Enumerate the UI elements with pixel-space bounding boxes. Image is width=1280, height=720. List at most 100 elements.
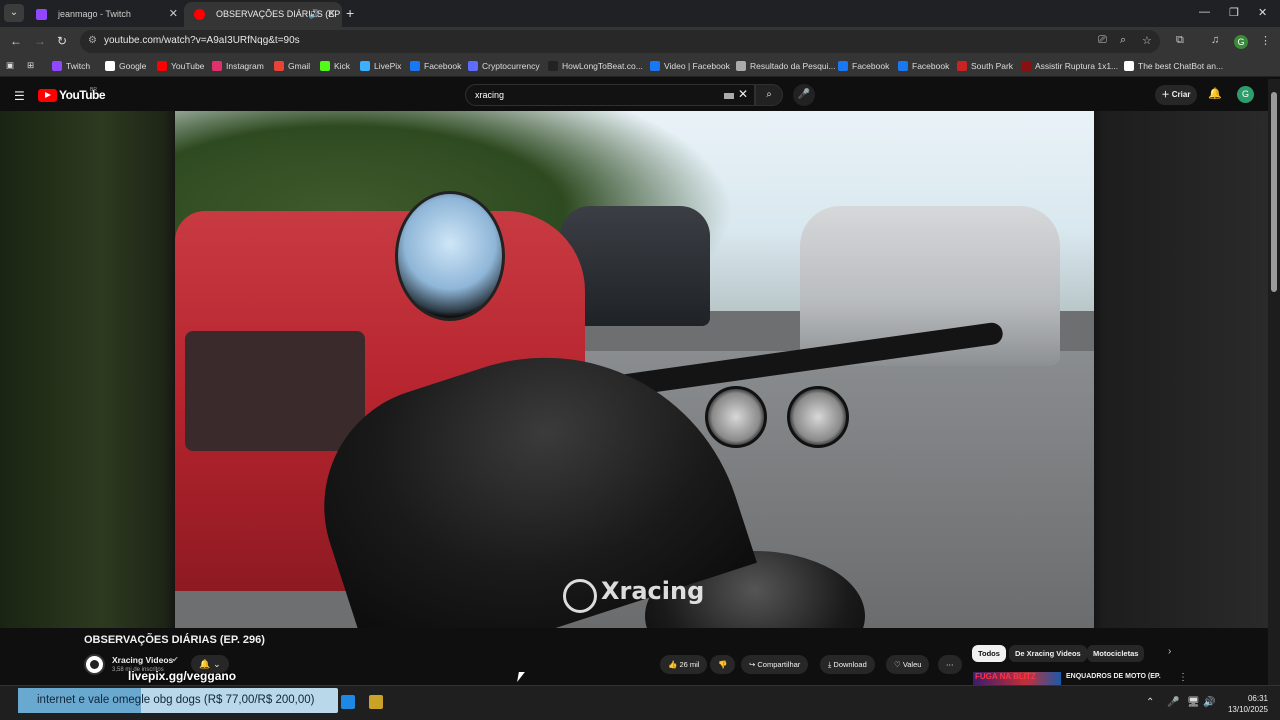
more-actions-button[interactable]: ⋯ [938,655,962,674]
media-control-icon[interactable]: ♫ [1211,34,1219,46]
thanks-label: Valeu [902,660,922,669]
clear-search-icon[interactable]: ✕ [738,87,748,101]
bookmark-item[interactable]: YouTube [157,61,204,71]
recommendation-title[interactable]: ENQUADROS DE MOTO (EP. [1066,673,1161,680]
audio-playing-icon[interactable]: 🔊 [309,2,320,27]
bookmark-item[interactable]: Cryptocurrency [468,61,540,71]
bookmark-item[interactable]: Facebook [838,61,889,71]
browser-tab-strip: ⌄ jeanmago - Twitch ✕ OBSERVAÇÕES DIÁRIA… [0,0,1280,27]
bookmark-label: Cryptocurrency [482,61,540,71]
bookmark-favicon-icon [410,61,420,71]
site-info-icon[interactable]: ⚙ [88,35,97,46]
channel-avatar[interactable] [84,654,105,675]
bookmark-favicon-icon [898,61,908,71]
search-button[interactable]: ⌕ [755,84,783,106]
youtube-logo-icon[interactable] [38,89,57,102]
tab-search-button[interactable]: ⌄ [4,4,24,22]
new-tab-button[interactable]: + [346,5,354,21]
url-text[interactable]: youtube.com/watch?v=A9aI3URfNqg&t=90s [104,35,300,46]
guide-menu-icon[interactable]: ☰ [14,89,25,103]
address-bar[interactable]: ⚙ youtube.com/watch?v=A9aI3URfNqg&t=90s … [80,30,1160,53]
minimize-icon[interactable]: — [1199,6,1210,18]
bookmark-item[interactable]: Video | Facebook [650,61,730,71]
search-query[interactable]: xracing [475,90,504,100]
bookmark-item[interactable]: Twitch [52,61,90,71]
network-icon[interactable]: 🖥 [1187,697,1200,708]
notepad-app-icon[interactable] [341,695,355,709]
bookmark-item[interactable]: South Park [957,61,1013,71]
bookmark-label: The best ChatBot an... [1138,61,1224,71]
extensions-icon[interactable]: ⧉ [1176,34,1184,47]
scrollbar-thumb[interactable] [1271,92,1277,292]
bookmark-item[interactable]: Facebook [898,61,949,71]
bookmark-favicon-icon [650,61,660,71]
notifications-icon[interactable]: 🔔 [1208,87,1222,100]
avatar[interactable]: G [1237,86,1254,103]
zoom-icon[interactable]: ⌕ [1120,34,1126,47]
youtube-favicon-icon [194,9,205,20]
bookmark-favicon-icon [157,61,167,71]
chevron-right-icon[interactable]: › [1168,646,1171,657]
dislike-button[interactable]: 👎 [710,655,736,674]
livepix-overlay: livepix.gg/veggano [128,669,237,683]
create-button[interactable]: ＋ Criar [1155,85,1197,105]
bookmark-item[interactable]: Facebook [410,61,461,71]
taskbar-clock[interactable]: 06:31 13/10/2025 [1218,693,1268,715]
bookmark-item[interactable]: LivePix [360,61,401,71]
bookmark-item[interactable]: The best ChatBot an... [1124,61,1223,71]
chevron-up-icon[interactable]: ⌃ [1146,697,1154,708]
sidebar-toggle-icon[interactable]: ▣ [6,60,14,71]
league-app-icon[interactable] [369,695,383,709]
forward-icon[interactable]: → [34,34,46,48]
bookmark-label: LivePix [374,61,402,71]
channel-name[interactable]: Xracing Videos [112,655,173,665]
bookmark-favicon-icon [360,61,370,71]
page-title: OBSERVAÇÕES DIÁRIAS (EP. 296) [84,634,265,646]
bookmark-item[interactable]: Kick [320,61,350,71]
bookmark-item[interactable]: Instagram [212,61,264,71]
bookmark-label: Facebook [424,61,462,71]
tab-youtube-video[interactable]: OBSERVAÇÕES DIÁRIAS (EP 🔊 ✕ [184,2,342,27]
search-input[interactable]: xracing ✕ [465,84,755,106]
tab-twitch[interactable]: jeanmago - Twitch ✕ [26,2,184,27]
bookmark-item[interactable]: Assistir Ruptura 1x1... [1021,61,1118,71]
bookmark-item[interactable]: Gmail [274,61,310,71]
install-app-icon[interactable]: ⎚ [1098,34,1107,47]
chip-from-channel[interactable]: De Xracing Videos [1009,645,1087,662]
share-button[interactable]: ↪ Compartilhar [741,655,809,674]
bookmark-star-icon[interactable]: ☆ [1142,34,1152,47]
chip-motorcycles[interactable]: Motocicletas [1087,645,1145,662]
video-player[interactable]: Xracing [175,111,1094,628]
like-button[interactable]: 👍 26 mil [660,655,708,674]
bookmark-item[interactable]: HowLongToBeat.co... [548,61,643,71]
voice-search-icon[interactable]: 🎤 [793,84,815,106]
keyboard-icon[interactable] [724,93,734,99]
youtube-logo-text[interactable]: YouTube [59,88,106,102]
menu-kebab-icon[interactable]: ⋮ [1260,34,1271,47]
recommendation-thumbnail[interactable]: FUGA NA BLITZ [973,672,1061,686]
xracing-logo-icon [563,579,597,613]
close-window-icon[interactable]: ✕ [1258,6,1267,19]
browser-profile-avatar[interactable]: G [1234,35,1248,49]
reload-icon[interactable]: ↻ [57,34,67,48]
bookmark-item[interactable]: Google [105,61,146,71]
close-tab-icon[interactable]: ✕ [169,2,178,27]
close-tab-icon[interactable]: ✕ [327,2,336,27]
download-button[interactable]: ⤓ Download [820,655,875,674]
bookmark-favicon-icon [105,61,115,71]
bookmark-label: Video | Facebook [664,61,730,71]
back-icon[interactable]: ← [10,34,22,48]
microphone-icon[interactable]: 🎤 [1167,697,1179,708]
bookmark-item[interactable]: Resultado da Pesqui... [736,61,836,71]
create-label: Criar [1171,90,1191,99]
apps-grid-icon[interactable]: ⊞ [27,60,34,71]
more-options-icon[interactable]: ⋮ [1178,672,1188,683]
bookmark-label: Assistir Ruptura 1x1... [1035,61,1119,71]
like-count: 26 mil [679,660,700,669]
restore-icon[interactable]: ❐ [1229,6,1239,19]
video-frame-gauge [787,386,849,448]
clock-date: 13/10/2025 [1227,705,1268,714]
thanks-button[interactable]: ♡ Valeu [886,655,930,674]
volume-icon[interactable]: 🔊 [1203,697,1215,708]
chip-all[interactable]: Todos [972,645,1006,662]
